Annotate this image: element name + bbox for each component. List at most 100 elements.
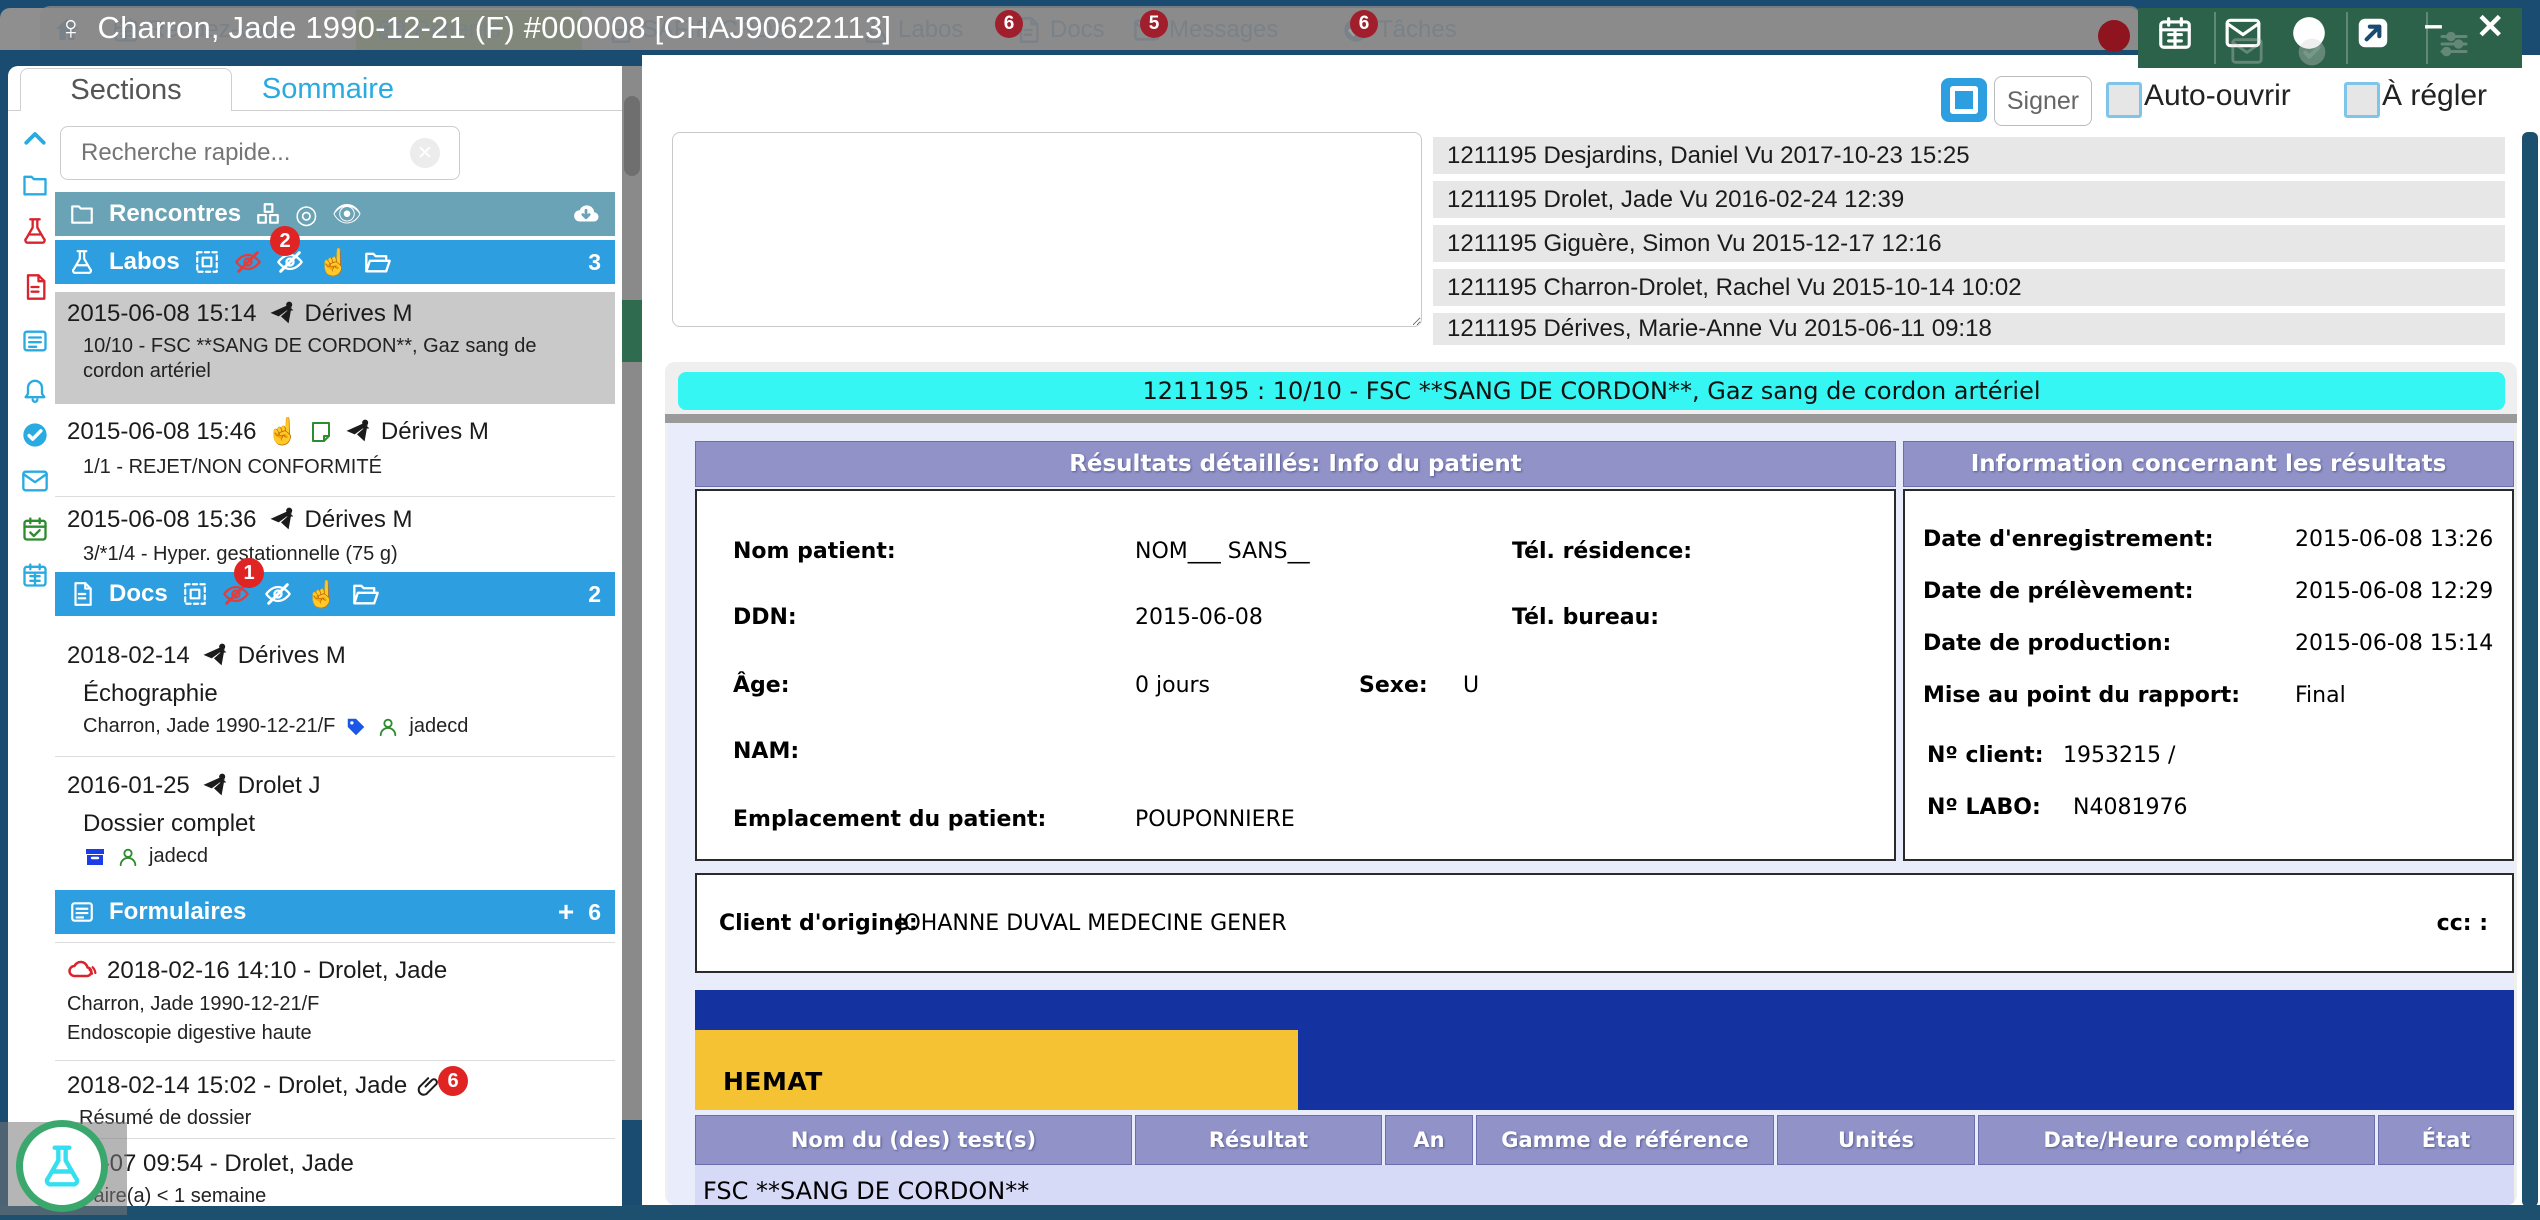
patient-list-row[interactable]: 1211195 Giguère, Simon Vu 2015-12-17 12:…: [1433, 225, 2505, 262]
target-icon[interactable]: ◎: [295, 199, 318, 230]
external-link-icon[interactable]: [2354, 14, 2392, 52]
a-regler-checkbox[interactable]: [2344, 82, 2380, 118]
results-info-header: Information concernant les résultats: [1903, 441, 2514, 487]
field-label: Nom patient:: [733, 539, 896, 564]
cubes-icon[interactable]: [255, 201, 281, 227]
folder-icon: [69, 201, 95, 227]
eye-off-icon[interactable]: [264, 580, 292, 608]
eye-off-red-icon[interactable]: [234, 248, 262, 276]
hand-pointer-icon[interactable]: ☝: [306, 579, 338, 610]
quick-search: [60, 126, 460, 180]
window-toolbar: – ✕: [2138, 8, 2522, 68]
origin-value: JOHANNE DUVAL MEDECINE GENER: [897, 911, 1287, 936]
lab-item-selected[interactable]: 2015-06-08 15:14 Dérives M 10/10 - FSC *…: [55, 292, 615, 404]
rail-collapse-icon[interactable]: [18, 122, 52, 156]
person-icon: [377, 716, 399, 738]
sent-to-doctor-icon: [343, 418, 371, 446]
layout-toggle-button[interactable]: [1941, 78, 1987, 122]
field-value: Final: [2295, 683, 2346, 708]
tab-sections[interactable]: Sections: [20, 68, 232, 111]
close-button[interactable]: ✕: [2476, 10, 2505, 44]
rail-labos-icon[interactable]: [18, 214, 52, 248]
taches-badge: 6: [1350, 10, 1378, 38]
selection-icon[interactable]: [194, 249, 220, 275]
section-labos[interactable]: Labos ☝ 3: [55, 240, 615, 284]
cloud-download-icon[interactable]: [571, 199, 601, 229]
patient-list-row[interactable]: 1211195 Desjardins, Daniel Vu 2017-10-23…: [1433, 137, 2505, 174]
folder-open-icon[interactable]: [364, 248, 392, 276]
patient-list-row[interactable]: 1211195 Drolet, Jade Vu 2016-02-24 12:39: [1433, 181, 2505, 218]
field-label: Mise au point du rapport:: [1923, 683, 2240, 708]
sidebar-scrollbar-thumb[interactable]: [624, 96, 640, 176]
rail-tasks-icon[interactable]: [18, 418, 52, 452]
eye-icon[interactable]: 👁: [332, 200, 362, 229]
list-icon: [69, 899, 95, 925]
lab-item[interactable]: 2015-06-08 15:46 ☝ Dérives M 1/1 - REJET…: [55, 412, 615, 492]
field-value: 0 jours: [1135, 673, 1210, 698]
search-input[interactable]: [60, 126, 460, 180]
add-form-button[interactable]: +: [558, 896, 574, 928]
selection-icon[interactable]: [182, 581, 208, 607]
app-window: Rendez-vous Patients SAFIR-CRDS Labos Do…: [0, 0, 2540, 1220]
cloud-signal-icon: [67, 956, 97, 986]
rail-messages-icon[interactable]: [18, 464, 52, 498]
doc-item[interactable]: 2018-02-14 Dérives M Échographie Charron…: [55, 628, 615, 752]
calendar-icon[interactable]: [2156, 14, 2194, 52]
archive-icon[interactable]: [83, 845, 107, 869]
column-header: An: [1385, 1115, 1473, 1165]
field-label: Nº client:: [1927, 743, 2044, 768]
lab-item[interactable]: 2015-06-08 15:36 Dérives M 3/*1/4 - Hype…: [55, 502, 615, 574]
minimize-button[interactable]: –: [2424, 8, 2443, 42]
column-header: Unités: [1777, 1115, 1975, 1165]
auto-ouvrir-checkbox[interactable]: [2106, 82, 2142, 118]
rail-docs-icon[interactable]: [18, 270, 52, 304]
form-item[interactable]: 2018-02-16 14:10 - Drolet, Jade Charron,…: [55, 948, 615, 1058]
a-regler-label: À régler: [2382, 79, 2487, 113]
divider: [665, 414, 2517, 423]
flask-icon: [69, 249, 95, 275]
signer-button[interactable]: Signer: [1994, 76, 2092, 126]
field-value: NOM___ SANS__: [1135, 539, 1310, 564]
sidebar-scrollbar[interactable]: [622, 66, 642, 1120]
search-clear-icon[interactable]: ✕: [410, 138, 440, 168]
doc-icon: [69, 581, 95, 607]
section-formulaires[interactable]: Formulaires + 6: [55, 890, 615, 934]
hemat-section-tab: HEMAT: [695, 1030, 1298, 1110]
rail-rencontres-icon[interactable]: [18, 168, 52, 202]
rail-calendar-icon[interactable]: [18, 558, 52, 592]
origin-label: Client d'origine:: [719, 911, 918, 936]
messages-badge: 5: [1140, 10, 1168, 38]
main-scrollbar[interactable]: [2522, 132, 2538, 1207]
labs-fab-button[interactable]: [16, 1120, 108, 1212]
patient-list-row[interactable]: 1211195 Dérives, Marie-Anne Vu 2015-06-1…: [1433, 313, 2505, 345]
patient-info-box: Nom patient: NOM___ SANS__ Tél. résidenc…: [695, 489, 1896, 861]
patient-list-row[interactable]: 1211195 Charron-Drolet, Rachel Vu 2015-1…: [1433, 269, 2505, 306]
folder-open-icon[interactable]: [352, 580, 380, 608]
note-icon[interactable]: [309, 420, 333, 444]
background-fragment: [622, 300, 642, 362]
client-origin-box: Client d'origine: JOHANNE DUVAL MEDECINE…: [695, 873, 2514, 973]
column-header: Gamme de référence: [1476, 1115, 1774, 1165]
female-icon: ♀: [58, 9, 84, 48]
form-item[interactable]: 2018-02-14 15:02 - Drolet, Jade Résumé d…: [55, 1066, 615, 1136]
rail-alerts-icon[interactable]: [18, 372, 52, 406]
field-label: NAM:: [733, 739, 799, 764]
column-header: Nom du (des) test(s): [695, 1115, 1132, 1165]
formulaires-count: 6: [588, 899, 601, 926]
field-label: Âge:: [733, 673, 790, 698]
rail-appointments-done-icon[interactable]: [18, 512, 52, 546]
rail-formulaires-icon[interactable]: [18, 324, 52, 358]
section-rencontres[interactable]: Rencontres ◎ 👁: [55, 192, 615, 236]
report-banner: 1211195 : 10/10 - FSC **SANG DE CORDON**…: [678, 372, 2505, 410]
divider: [2346, 12, 2348, 64]
hand-pointer-icon[interactable]: ☝: [318, 247, 350, 278]
note-textarea[interactable]: [672, 132, 1422, 327]
section-docs[interactable]: Docs ☝ 2: [55, 572, 615, 616]
tab-sommaire[interactable]: Sommaire: [248, 68, 408, 110]
tag-icon[interactable]: [345, 716, 367, 738]
field-value: U: [1463, 673, 1479, 698]
hand-pointer-icon[interactable]: ☝: [267, 416, 299, 447]
patient-header-text: Charron, Jade 1990-12-21 (F) #000008 [CH…: [98, 10, 892, 46]
form-item[interactable]: -02-07 09:54 - Drolet, Jade Daire(a) < 1…: [55, 1144, 615, 1206]
doc-item[interactable]: 2016-01-25 Drolet J Dossier complet jade…: [55, 762, 615, 882]
